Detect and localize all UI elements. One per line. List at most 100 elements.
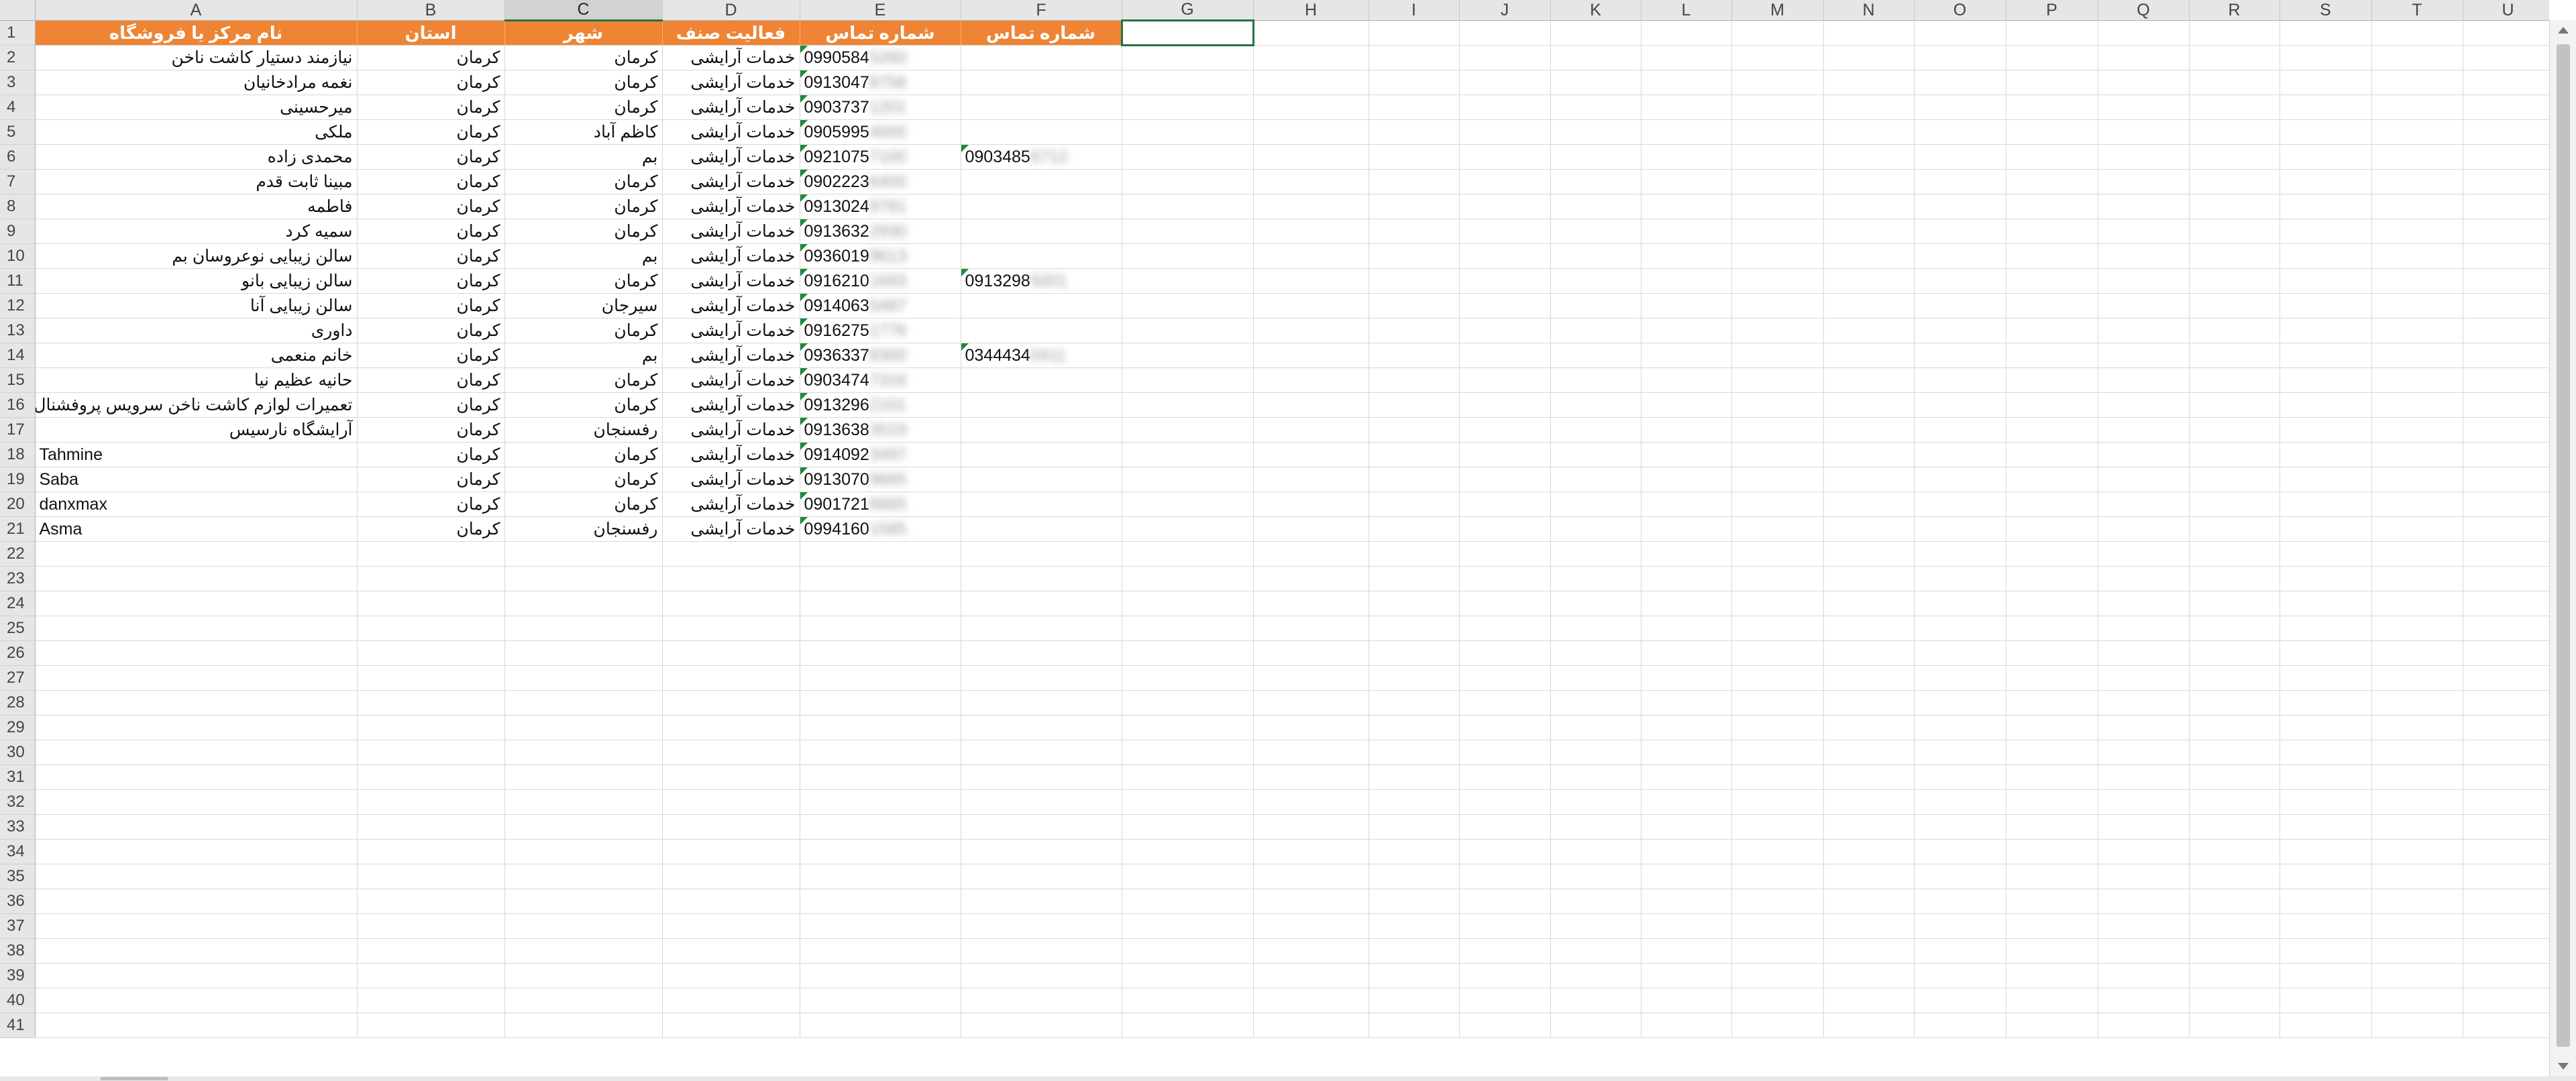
- empty-cell[interactable]: [2189, 665, 2280, 691]
- cell-store-name[interactable]: خانم منعمی: [35, 343, 358, 368]
- cell-phone-2[interactable]: [961, 45, 1122, 70]
- cell-phone-2[interactable]: [961, 442, 1122, 467]
- row-header-24[interactable]: 24: [0, 591, 36, 616]
- cell-phone[interactable]: 09130709665: [800, 467, 961, 492]
- empty-cell[interactable]: [2463, 566, 2549, 591]
- empty-cell[interactable]: [1122, 367, 1254, 393]
- empty-cell[interactable]: [1731, 467, 1824, 492]
- empty-cell[interactable]: [1253, 144, 1369, 170]
- empty-cell[interactable]: [504, 566, 663, 591]
- empty-cell[interactable]: [1253, 417, 1369, 443]
- empty-cell[interactable]: [2189, 95, 2280, 120]
- empty-cell[interactable]: [2279, 318, 2372, 343]
- cell-phone-2[interactable]: 09034856712: [961, 144, 1122, 170]
- empty-cell[interactable]: [2463, 839, 2549, 864]
- empty-cell[interactable]: [2463, 318, 2549, 343]
- empty-cell[interactable]: [1823, 516, 1915, 542]
- empty-cell[interactable]: [35, 591, 358, 616]
- column-header-j[interactable]: J: [1459, 0, 1551, 21]
- empty-cell[interactable]: [2463, 715, 2549, 740]
- empty-cell[interactable]: [1914, 45, 2006, 70]
- empty-cell[interactable]: [2371, 442, 2463, 467]
- empty-cell[interactable]: [1253, 839, 1369, 864]
- empty-cell[interactable]: [1368, 591, 1460, 616]
- row-header-20[interactable]: 20: [0, 492, 36, 517]
- empty-cell[interactable]: [2006, 70, 2098, 95]
- column-header-q[interactable]: Q: [2098, 0, 2190, 21]
- empty-cell[interactable]: [2189, 640, 2280, 666]
- column-header-k[interactable]: K: [1550, 0, 1642, 21]
- cell-phone[interactable]: 09022236400: [800, 169, 961, 194]
- empty-cell[interactable]: [1550, 566, 1642, 591]
- empty-cell[interactable]: [1253, 789, 1369, 815]
- cell-city[interactable]: رفسنجان: [504, 516, 663, 542]
- empty-cell[interactable]: [2371, 690, 2463, 716]
- empty-cell[interactable]: [2098, 45, 2190, 70]
- empty-cell[interactable]: [662, 938, 800, 964]
- empty-cell[interactable]: [2463, 243, 2549, 269]
- empty-cell[interactable]: [2371, 789, 2463, 815]
- empty-cell[interactable]: [1914, 144, 2006, 170]
- empty-cell[interactable]: [504, 988, 663, 1013]
- empty-cell[interactable]: [1550, 1013, 1642, 1038]
- cell-province[interactable]: کرمان: [357, 392, 505, 418]
- empty-cell[interactable]: [2189, 20, 2280, 46]
- empty-cell[interactable]: [1368, 889, 1460, 914]
- cell-province[interactable]: کرمان: [357, 95, 505, 120]
- empty-cell[interactable]: [2006, 243, 2098, 269]
- empty-cell[interactable]: [1731, 665, 1824, 691]
- header-cell-c[interactable]: شهر: [504, 20, 663, 46]
- empty-cell[interactable]: [2279, 864, 2372, 889]
- cell-phone-2[interactable]: [961, 293, 1122, 319]
- empty-cell[interactable]: [1731, 839, 1824, 864]
- empty-cell[interactable]: [1914, 740, 2006, 765]
- horizontal-scrollbar[interactable]: [0, 1076, 2576, 1081]
- empty-cell[interactable]: [2279, 566, 2372, 591]
- empty-cell[interactable]: [1823, 864, 1915, 889]
- empty-cell[interactable]: [1731, 1013, 1824, 1038]
- error-indicator-icon[interactable]: [800, 244, 808, 251]
- empty-cell[interactable]: [1641, 740, 1732, 765]
- empty-cell[interactable]: [1914, 864, 2006, 889]
- column-header-b[interactable]: B: [357, 0, 505, 21]
- column-header-h[interactable]: H: [1253, 0, 1369, 21]
- empty-cell[interactable]: [1368, 938, 1460, 964]
- empty-cell[interactable]: [2006, 640, 2098, 666]
- empty-cell[interactable]: [1122, 417, 1254, 443]
- empty-cell[interactable]: [2463, 219, 2549, 244]
- row-header-10[interactable]: 10: [0, 243, 36, 269]
- empty-cell[interactable]: [35, 690, 358, 716]
- empty-cell[interactable]: [1914, 492, 2006, 517]
- empty-cell[interactable]: [1550, 640, 1642, 666]
- empty-cell[interactable]: [1459, 169, 1551, 194]
- empty-cell[interactable]: [1122, 467, 1254, 492]
- empty-cell[interactable]: [1122, 70, 1254, 95]
- empty-cell[interactable]: [2279, 665, 2372, 691]
- empty-cell[interactable]: [2371, 566, 2463, 591]
- cell-activity[interactable]: خدمات آرایشی: [662, 467, 800, 492]
- row-header-28[interactable]: 28: [0, 690, 36, 716]
- empty-cell[interactable]: [1368, 467, 1460, 492]
- empty-cell[interactable]: [2279, 616, 2372, 641]
- empty-cell[interactable]: [1253, 169, 1369, 194]
- empty-cell[interactable]: [1823, 541, 1915, 567]
- empty-cell[interactable]: [1731, 243, 1824, 269]
- empty-cell[interactable]: [2006, 367, 2098, 393]
- empty-cell[interactable]: [1459, 417, 1551, 443]
- empty-cell[interactable]: [2279, 144, 2372, 170]
- empty-cell[interactable]: [1823, 839, 1915, 864]
- empty-cell[interactable]: [1823, 243, 1915, 269]
- row-header-31[interactable]: 31: [0, 764, 36, 790]
- empty-cell[interactable]: [2279, 640, 2372, 666]
- cell-phone[interactable]: 09162751776: [800, 318, 961, 343]
- empty-cell[interactable]: [1122, 442, 1254, 467]
- empty-cell[interactable]: [1253, 219, 1369, 244]
- empty-cell[interactable]: [35, 764, 358, 790]
- empty-cell[interactable]: [2371, 988, 2463, 1013]
- empty-cell[interactable]: [1641, 20, 1732, 46]
- empty-cell[interactable]: [2098, 467, 2190, 492]
- empty-cell[interactable]: [2279, 913, 2372, 939]
- empty-cell[interactable]: [2279, 591, 2372, 616]
- empty-cell[interactable]: [662, 814, 800, 840]
- empty-cell[interactable]: [1459, 392, 1551, 418]
